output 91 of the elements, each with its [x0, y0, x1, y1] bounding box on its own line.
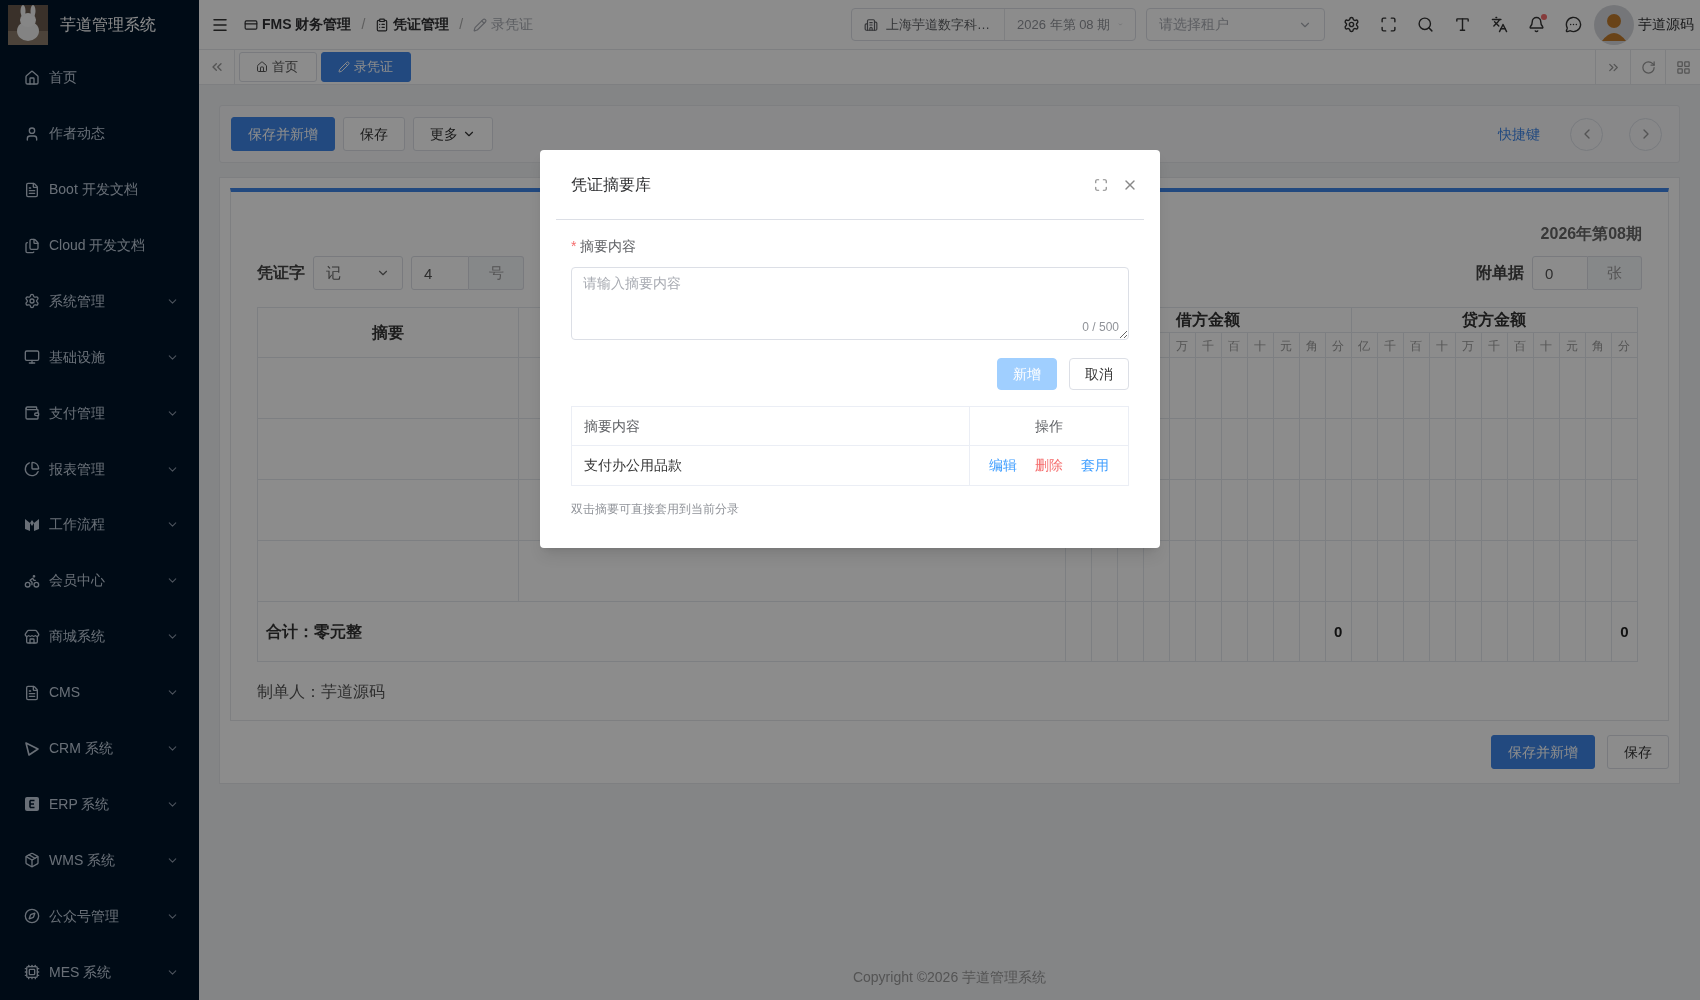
maker-text: 制单人：芋道源码 — [257, 683, 385, 700]
sidebar-item[interactable]: Boot 开发文档 — [0, 161, 199, 218]
unit-label: 角 — [1592, 339, 1605, 353]
sidebar-item[interactable]: 商城系统 — [0, 608, 199, 665]
breadcrumb-item[interactable]: 凭证管理 — [375, 14, 450, 35]
save-button[interactable]: 保存 — [1607, 735, 1669, 769]
sidebar-item[interactable]: 工作流程 — [0, 497, 199, 553]
total-label: 合计：零元整 — [266, 622, 362, 640]
action-link[interactable]: 套用 — [1081, 455, 1109, 476]
sidebar-item[interactable]: Cloud 开发文档 — [0, 217, 199, 274]
fullscreen-icon[interactable] — [1380, 16, 1397, 33]
column-header: 摘要内容 — [584, 417, 640, 434]
breadcrumb-item[interactable]: FMS 财务管理 — [244, 14, 352, 35]
sidebar-item[interactable]: MES 系统 — [0, 944, 199, 1000]
message-icon[interactable] — [1565, 16, 1582, 33]
sidebar-item[interactable]: CRM 系统 — [0, 720, 199, 777]
clipboard-icon — [375, 17, 390, 32]
column-header: 贷方金额 — [1462, 311, 1527, 328]
settings-icon — [24, 293, 40, 310]
search-icon[interactable] — [1417, 16, 1434, 33]
triangle-icon — [24, 740, 40, 757]
sidebar-item[interactable]: 公众号管理 — [0, 888, 199, 945]
compass-icon — [24, 908, 40, 925]
column-header: 摘要 — [372, 323, 405, 341]
field-label: 摘要内容 — [580, 237, 637, 256]
table-cell: 0 — [1620, 622, 1629, 640]
document-icon — [24, 181, 40, 198]
refresh-icon[interactable] — [1640, 59, 1656, 75]
monitor-icon — [24, 349, 40, 366]
period-title: 2026年第08期 — [1540, 224, 1642, 244]
package-icon — [24, 852, 40, 869]
pencil-icon — [338, 61, 350, 73]
sidebar-item[interactable]: WMS 系统 — [0, 832, 199, 889]
cancel-button[interactable]: 取消 — [1069, 358, 1129, 390]
save-button[interactable]: 保存 — [343, 117, 405, 151]
card-icon — [244, 17, 258, 32]
hint-text: 双击摘要可直接套用到当前分录 — [571, 502, 739, 516]
action-link[interactable]: 编辑 — [989, 455, 1017, 476]
font-size-icon[interactable] — [1454, 16, 1471, 33]
column-header: 操作 — [1035, 417, 1063, 434]
save-and-new-button[interactable]: 保存并新增 — [1491, 735, 1595, 769]
action-link[interactable]: 删除 — [1035, 455, 1063, 476]
field-label: 凭证字 — [257, 263, 305, 283]
grid-icon[interactable] — [1675, 59, 1691, 75]
unit-label: 角 — [1306, 339, 1319, 353]
character-counter: 0 / 500 — [1082, 319, 1119, 336]
bell-icon[interactable] — [1528, 16, 1545, 33]
pie-chart-icon — [24, 461, 40, 478]
sidebar-item[interactable]: 系统管理 — [0, 273, 199, 330]
save-and-new-button[interactable]: 保存并新增 — [231, 117, 335, 151]
user-name[interactable]: 芋道源码 — [1638, 14, 1694, 35]
sidebar-item[interactable]: ERP 系统 — [0, 776, 199, 833]
avatar[interactable] — [1594, 4, 1634, 45]
select-field[interactable]: 记 — [313, 256, 403, 290]
sidebar-item[interactable]: 基础设施 — [0, 329, 199, 386]
more-dropdown-button[interactable]: 更多 — [413, 117, 493, 151]
settings-icon[interactable] — [1343, 16, 1360, 33]
input-field[interactable]: 4 — [411, 256, 469, 290]
brand-title: 芋道管理系统 — [60, 14, 156, 35]
document-icon — [24, 684, 40, 701]
pencil-icon — [473, 17, 488, 32]
sidebar-item[interactable]: 支付管理 — [0, 385, 199, 442]
fullscreen-icon[interactable] — [1094, 177, 1108, 192]
home-icon — [24, 69, 40, 86]
breadcrumb-separator: / — [361, 15, 366, 34]
documents-icon — [24, 237, 40, 254]
wallet-icon — [24, 405, 40, 422]
bicycle-icon — [24, 572, 40, 589]
required-mark: * — [571, 237, 577, 256]
workflow-icon — [24, 516, 40, 533]
table-cell: 0 — [1334, 622, 1343, 640]
sidebar-item[interactable]: CMS — [0, 664, 199, 721]
sidebar-item[interactable]: 首页 — [0, 49, 199, 106]
table-cell: 支付办公用品款 — [584, 457, 682, 473]
sidebar-item[interactable]: 报表管理 — [0, 441, 199, 498]
translate-icon[interactable] — [1491, 16, 1508, 33]
input-field[interactable]: 0 — [1532, 256, 1588, 290]
sidebar-item[interactable]: 会员中心 — [0, 552, 199, 609]
square-letter-icon — [24, 796, 40, 813]
tab[interactable]: 录凭证 — [321, 52, 411, 82]
column-header: 借方金额 — [1176, 311, 1241, 328]
sidebar-item[interactable]: 作者动态 — [0, 105, 199, 162]
breadcrumb-separator: / — [459, 15, 464, 34]
dialog-title: 凭证摘要库 — [571, 174, 651, 195]
user-icon — [24, 125, 40, 142]
shortcut-link[interactable]: 快捷键 — [1498, 123, 1540, 145]
field-label: 附单据 — [1476, 263, 1524, 283]
home-icon — [256, 61, 268, 73]
store-icon — [24, 628, 40, 645]
chip-icon — [24, 964, 40, 981]
tab[interactable]: 首页 — [239, 52, 317, 82]
